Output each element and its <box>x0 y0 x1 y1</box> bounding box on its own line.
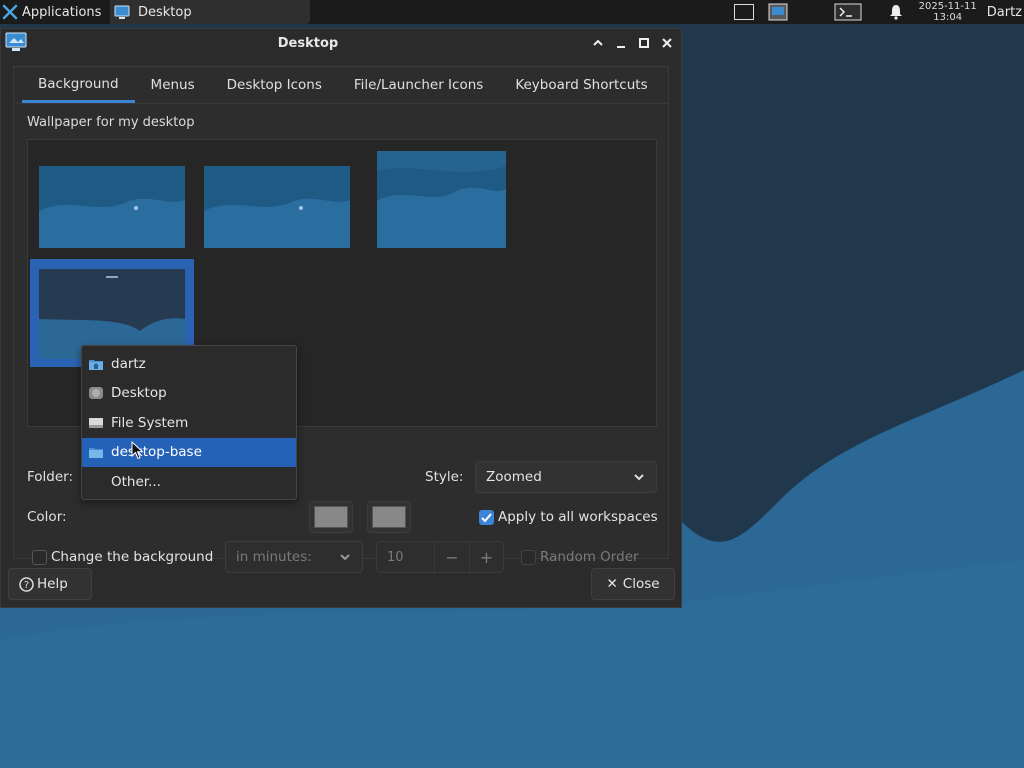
window-shade-button[interactable] <box>590 35 606 51</box>
maximize-icon <box>639 38 649 48</box>
mouse-pointer-icon <box>131 441 144 460</box>
notifications-button[interactable] <box>885 3 907 21</box>
tab-keyboard-shortcuts[interactable]: Keyboard Shortcuts <box>499 67 663 103</box>
workspace-2-button[interactable] <box>767 3 789 21</box>
applications-label: Applications <box>22 4 102 20</box>
interval-unit-value: in minutes: <box>236 549 312 565</box>
tab-menus[interactable]: Menus <box>135 67 211 103</box>
folder-menu-item-other[interactable]: Other... <box>82 467 296 497</box>
style-label: Style: <box>425 469 464 485</box>
style-dropdown-value: Zoomed <box>486 469 542 485</box>
folder-menu-item-desktop-base[interactable]: desktop-base <box>82 437 296 467</box>
change-background-label[interactable]: Change the background <box>51 549 213 565</box>
increment-button[interactable]: + <box>469 542 503 572</box>
primary-color-button[interactable] <box>309 501 353 533</box>
interval-unit-dropdown[interactable]: in minutes: <box>225 541 363 573</box>
plus-icon: + <box>479 547 494 567</box>
decrement-button[interactable]: − <box>435 542 469 572</box>
folder-dropdown-menu: dartz Desktop File System desktop-base O… <box>81 345 297 500</box>
help-button[interactable]: ? Help <box>8 568 92 600</box>
tab-divider <box>14 103 668 104</box>
wallpaper-preview-image <box>377 151 506 248</box>
applications-menu-button[interactable]: Applications ⋮ <box>0 0 122 24</box>
folder-menu-item-desktop[interactable]: Desktop <box>82 379 296 409</box>
desktop-folder-icon <box>88 385 104 401</box>
bell-icon <box>889 5 902 20</box>
checkmark-icon <box>481 513 492 523</box>
folder-label: Folder: <box>27 469 74 485</box>
help-button-label: Help <box>37 576 68 592</box>
change-background-checkbox[interactable] <box>32 550 47 565</box>
wallpaper-preview-image <box>204 166 350 248</box>
help-icon: ? <box>19 576 34 592</box>
taskbar-item-desktop[interactable]: Desktop <box>110 0 310 24</box>
chevron-up-icon <box>593 39 603 46</box>
window-titlebar[interactable]: Desktop <box>1 29 681 57</box>
folder-menu-item-label: File System <box>111 414 189 431</box>
secondary-color-swatch <box>372 506 406 528</box>
window-title: Desktop <box>277 36 339 51</box>
desktop-settings-window: Desktop Background Menus Desktop Icons F… <box>0 28 682 608</box>
workspace-1-button[interactable] <box>733 3 755 21</box>
terminal-launcher-button[interactable] <box>833 3 863 21</box>
chevron-down-icon <box>340 554 350 561</box>
random-order-label[interactable]: Random Order <box>540 549 639 565</box>
xfce-logo-icon <box>2 4 18 20</box>
wallpaper-thumbnail[interactable] <box>377 151 506 248</box>
style-dropdown[interactable]: Zoomed <box>475 461 657 493</box>
minus-icon: − <box>445 547 459 567</box>
drive-icon <box>88 415 104 431</box>
window-close-button[interactable] <box>659 35 675 51</box>
wallpaper-preview-image <box>39 166 185 248</box>
apply-all-workspaces-checkbox[interactable] <box>479 510 494 525</box>
color-label: Color: <box>27 509 67 525</box>
workspace-icon <box>733 4 754 20</box>
apply-all-workspaces-label[interactable]: Apply to all workspaces <box>498 509 658 525</box>
desktop-settings-icon <box>114 5 130 19</box>
folder-menu-item-dartz[interactable]: dartz <box>82 349 296 379</box>
tab-desktop-icons[interactable]: Desktop Icons <box>211 67 338 103</box>
clock-date: 2025-11-11 <box>918 1 977 12</box>
tab-background[interactable]: Background <box>22 67 135 103</box>
random-order-checkbox[interactable] <box>521 550 536 565</box>
close-icon <box>662 38 672 48</box>
desktop-settings-icon <box>768 3 788 21</box>
folder-icon <box>88 444 104 460</box>
tab-bar: Background Menus Desktop Icons File/Laun… <box>22 67 664 103</box>
window-minimize-button[interactable] <box>613 35 629 51</box>
chevron-down-icon <box>634 474 644 481</box>
clock-time: 13:04 <box>933 12 963 23</box>
folder-menu-item-file-system[interactable]: File System <box>82 408 296 438</box>
top-panel: Applications ⋮ Desktop <box>0 0 1024 24</box>
folder-home-icon <box>88 356 104 372</box>
wallpaper-thumbnail[interactable] <box>39 166 185 248</box>
secondary-color-button[interactable] <box>367 501 411 533</box>
close-button[interactable]: ✕ Close <box>591 568 675 600</box>
window-maximize-button[interactable] <box>636 35 652 51</box>
close-icon: ✕ <box>606 576 618 592</box>
panel-tray: 2025-11-11 13:04 Dartz <box>733 0 1024 24</box>
wallpaper-thumbnail[interactable] <box>204 166 350 248</box>
clock[interactable]: 2025-11-11 13:04 <box>919 1 977 23</box>
user-menu[interactable]: Dartz <box>987 5 1022 20</box>
tab-file-launcher-icons[interactable]: File/Launcher Icons <box>338 67 499 103</box>
svg-text:?: ? <box>24 580 29 591</box>
folder-menu-item-label: desktop-base <box>111 444 202 461</box>
minimize-icon <box>617 46 625 48</box>
wallpaper-section-label: Wallpaper for my desktop <box>27 115 195 130</box>
terminal-icon <box>834 3 862 21</box>
primary-color-swatch <box>314 506 348 528</box>
folder-menu-item-label: Desktop <box>111 385 167 402</box>
interval-value[interactable]: 10 <box>377 542 435 572</box>
taskbar-item-label: Desktop <box>138 4 192 20</box>
interval-spinbox[interactable]: 10 − + <box>376 541 504 573</box>
folder-menu-item-label: Other... <box>111 473 161 490</box>
folder-menu-item-label: dartz <box>111 355 146 372</box>
close-button-label: Close <box>622 576 660 592</box>
